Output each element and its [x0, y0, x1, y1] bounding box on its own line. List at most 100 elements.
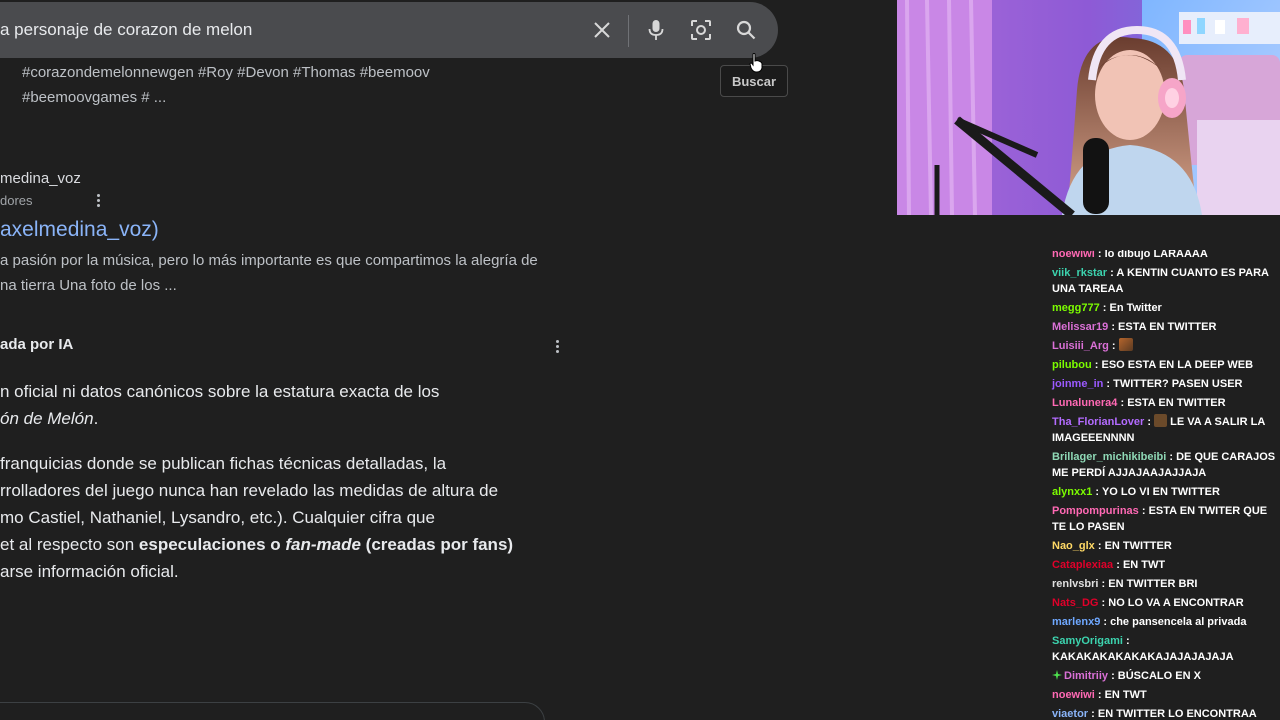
chat-text: NO LO VA A ENCONTRAR: [1108, 596, 1244, 609]
chat-text: EN TWITTER BRI: [1108, 577, 1198, 590]
camera-lens-icon[interactable]: [687, 16, 715, 44]
chat-message: Nats_DG : NO LO VA A ENCONTRAR: [1046, 593, 1280, 612]
chat-username[interactable]: SamyOrigami: [1052, 635, 1123, 647]
chat-username[interactable]: Lunalunera4: [1052, 397, 1117, 409]
chat-username[interactable]: megg777: [1052, 302, 1100, 314]
chat-username[interactable]: noewiwi: [1052, 689, 1095, 701]
chat-separator: :: [1144, 415, 1155, 428]
chat-username[interactable]: renlvsbri: [1052, 578, 1098, 590]
chat-separator: :: [1122, 634, 1130, 647]
result-site-sub: dores: [0, 193, 33, 208]
ai-paragraph1-line1: n oficial ni datos canónicos sobre la es…: [0, 382, 440, 401]
ai-bold-text: (creadas por fans): [360, 535, 514, 554]
chat-username[interactable]: pilubou: [1052, 359, 1092, 371]
chat-username[interactable]: Cataplexiaa: [1052, 559, 1113, 571]
chat-username[interactable]: marlenx9: [1052, 616, 1100, 628]
chat-username[interactable]: Dimitriiy: [1064, 670, 1108, 682]
chat-username[interactable]: Nao_glx: [1052, 540, 1095, 552]
previous-snippet-line2: #beemoovgames # ...: [22, 89, 167, 106]
chat-message: Nao_glx : EN TWITTER: [1046, 536, 1280, 555]
chat-username[interactable]: joinme_in: [1052, 378, 1103, 390]
chat-separator: :: [1100, 615, 1111, 628]
ai-paragraph2-line5: arse información oficial.: [0, 562, 179, 581]
chat-text: KAKAKAKAKAKAKAJAJAJAJAJA: [1052, 650, 1234, 663]
chat-message: Dimitriiy : BÚSCALO EN X: [1046, 666, 1280, 685]
ai-text-span: et al respecto son: [0, 535, 139, 554]
search-icon[interactable]: [732, 16, 760, 44]
result-site-name: medina_voz: [0, 170, 81, 187]
chat-username[interactable]: alynxx1: [1052, 486, 1092, 498]
sparkle-badge-icon: [1052, 669, 1062, 680]
chat-message-list: noewiwi : lo dibujo LARAAAA viik_rkstar :…: [1046, 250, 1280, 720]
chat-message: Pompompurinas : ESTA EN TWITER QUE TE LO…: [1046, 501, 1280, 536]
close-icon[interactable]: [588, 16, 616, 44]
chat-username[interactable]: viaetor: [1052, 708, 1088, 720]
chat-username[interactable]: Tha_FlorianLover: [1052, 416, 1144, 428]
chat-message: Cataplexiaa : EN TWT: [1046, 555, 1280, 574]
chat-separator: :: [1094, 539, 1105, 552]
chat-message: Lunalunera4 : ESTA EN TWITTER: [1046, 393, 1280, 412]
chat-text: ESTA EN TWITTER: [1127, 396, 1226, 409]
chat-message: noewiwi : lo dibujo LARAAAA: [1046, 250, 1280, 263]
chat-message: megg777 : En Twitter: [1046, 298, 1280, 317]
chat-username[interactable]: viik_rkstar: [1052, 267, 1107, 279]
chat-separator: :: [1108, 320, 1119, 333]
chat-text: En Twitter: [1109, 301, 1162, 314]
result-snippet-line2: na tierra Una foto de los ...: [0, 277, 177, 294]
chat-text: EN TWITTER: [1104, 539, 1172, 552]
chat-message: Brillager_michikibeibi : DE QUE CARAJOS …: [1046, 447, 1280, 482]
webcam-overlay: [897, 0, 1280, 215]
search-divider: [628, 15, 629, 47]
chat-separator: :: [1098, 577, 1109, 590]
chat-message: marlenx9 : che pansencela al privada: [1046, 612, 1280, 631]
ai-paragraph2-line1: franquicias donde se publican fichas téc…: [0, 454, 447, 473]
stream-chat: noewiwi : lo dibujo LARAAAA viik_rkstar :…: [1046, 250, 1280, 720]
chat-username[interactable]: Brillager_michikibeibi: [1052, 451, 1166, 463]
chat-username[interactable]: Luisiii_Arg: [1052, 340, 1109, 352]
search-bar[interactable]: a personaje de corazon de melon: [0, 2, 778, 58]
chat-text: TWITTER? PASEN USER: [1113, 377, 1243, 390]
chat-message: SamyOrigami : KAKAKAKAKAKAKAJAJAJAJAJA: [1046, 631, 1280, 666]
ai-overview-heading: ada por IA: [0, 336, 74, 353]
microphone-icon[interactable]: [642, 16, 670, 44]
mouse-cursor-icon: [749, 53, 763, 78]
chat-message: viaetor : EN TWITTER LO ENCONTRAA: [1046, 704, 1280, 720]
chat-username[interactable]: Melissar19: [1052, 321, 1108, 333]
chat-text: lo dibujo LARAAAA: [1104, 250, 1208, 260]
chat-message: Melissar19 : ESTA EN TWITTER: [1046, 317, 1280, 336]
chat-text: YO LO VI EN TWITTER: [1101, 485, 1220, 498]
chat-separator: :: [1103, 377, 1114, 390]
chat-message: Luisiii_Arg :: [1046, 336, 1280, 355]
chat-separator: :: [1094, 688, 1105, 701]
chat-text: EN TWT: [1104, 688, 1147, 701]
chat-text: ESTA EN TWITTER: [1118, 320, 1217, 333]
ai-paragraph2-line2: rrolladores del juego nunca han revelado…: [0, 481, 499, 500]
kebab-menu-icon[interactable]: [95, 194, 101, 207]
search-input[interactable]: a personaje de corazon de melon: [0, 20, 252, 40]
chat-message: pilubou : ESO ESTA EN LA DEEP WEB: [1046, 355, 1280, 374]
ai-paragraph2-line3: mo Castiel, Nathaniel, Lysandro, etc.). …: [0, 508, 435, 527]
chat-separator: :: [1091, 358, 1102, 371]
chat-username[interactable]: noewiwi: [1052, 250, 1095, 260]
chat-username[interactable]: Nats_DG: [1052, 597, 1098, 609]
chat-separator: :: [1088, 707, 1098, 720]
screen: a personaje de corazon de melon Buscar #…: [0, 0, 1280, 720]
result-title-link[interactable]: axelmedina_voz): [0, 218, 159, 242]
previous-snippet-line1: #corazondemelonnewgen #Roy #Devon #Thoma…: [22, 64, 430, 81]
chat-username[interactable]: Pompompurinas: [1052, 505, 1139, 517]
chat-message: renlvsbri : EN TWITTER BRI: [1046, 574, 1280, 593]
chat-text: ESO ESTA EN LA DEEP WEB: [1101, 358, 1254, 371]
chat-separator: :: [1113, 558, 1123, 571]
chat-text: EN TWT: [1122, 558, 1166, 571]
ai-paragraph2-line4: et al respecto son especulaciones o fan-…: [0, 535, 513, 555]
chat-message: Tha_FlorianLover : LE VA A SALIR LA IMAG…: [1046, 412, 1280, 447]
follow-up-input[interactable]: [0, 702, 545, 720]
chat-emote-icon: [1118, 337, 1133, 351]
ai-period: .: [93, 409, 99, 428]
chat-separator: :: [1117, 396, 1128, 409]
kebab-menu-icon[interactable]: [554, 340, 560, 353]
chat-text: che pansencela al privada: [1110, 615, 1247, 628]
chat-separator: :: [1094, 250, 1105, 260]
chat-separator: :: [1092, 485, 1102, 498]
chat-text: EN TWITTER LO ENCONTRAA: [1097, 707, 1257, 720]
